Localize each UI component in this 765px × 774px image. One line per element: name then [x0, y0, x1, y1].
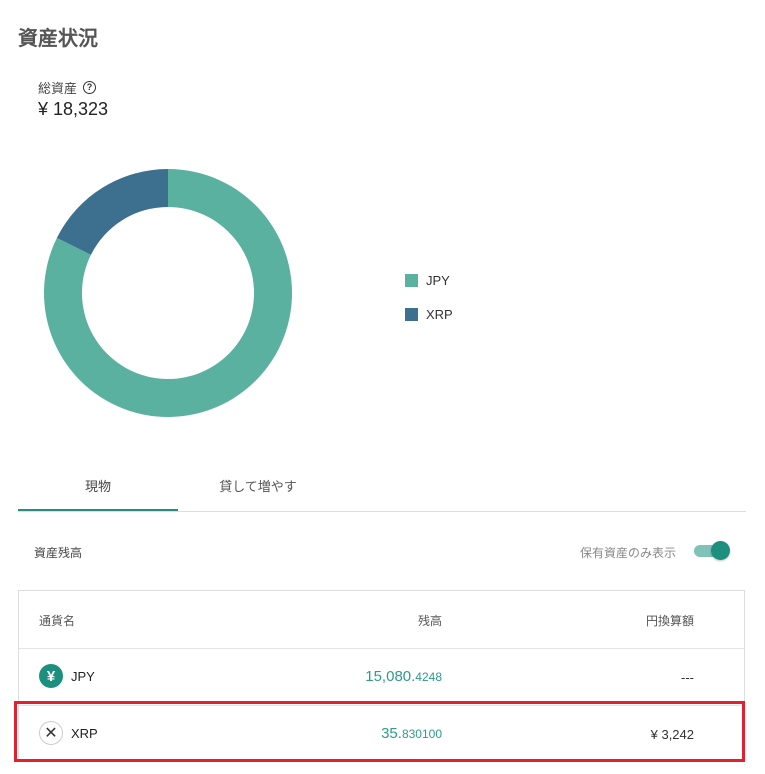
total-assets-label-text: 総資産	[38, 81, 78, 96]
toggle-knob	[711, 541, 730, 560]
section-label-balances: 資産残高	[34, 546, 83, 560]
xrp-row-highlight-box	[14, 701, 745, 762]
currency-cell: ¥ JPY	[39, 664, 95, 688]
legend-swatch-jpy	[405, 273, 418, 287]
holdings-only-toggle[interactable]	[692, 541, 730, 561]
legend-swatch-xrp	[405, 307, 418, 321]
yen-value-cell: ---	[681, 670, 694, 685]
jpy-coin-icon: ¥	[39, 664, 63, 688]
table-row[interactable]: ¥ JPY 15,080.4248 ---	[19, 648, 744, 706]
legend-label-jpy: JPY	[426, 272, 450, 288]
balance-integer: 15,080.	[365, 668, 416, 685]
help-icon[interactable]: ?	[83, 81, 97, 94]
total-assets-label: 総資産 ?	[38, 78, 97, 97]
chart-legend: JPY XRP	[405, 271, 453, 339]
total-assets-value: ¥ 18,323	[38, 99, 109, 119]
header-yen-value: 円換算額	[645, 614, 694, 628]
header-currency-name: 通貨名	[39, 614, 76, 628]
balance-decimal: 4248	[415, 670, 442, 684]
legend-label-xrp: XRP	[426, 306, 453, 322]
asset-tabs: 現物 貸して増やす	[18, 471, 746, 512]
header-balance: 残高	[417, 614, 442, 628]
balance-cell: 15,080.4248	[365, 668, 442, 686]
page-title: 資産状況	[18, 28, 98, 50]
legend-item-xrp[interactable]: XRP	[405, 305, 453, 323]
legend-item-jpy[interactable]: JPY	[405, 271, 453, 289]
holdings-only-label: 保有資産のみ表示	[580, 546, 677, 560]
table-header-row: 通貨名 残高 円換算額	[19, 591, 744, 649]
currency-name: JPY	[71, 668, 95, 684]
donut-slice-xrp[interactable]	[56, 169, 168, 255]
asset-donut-chart	[44, 169, 293, 417]
tab-spot[interactable]: 現物	[18, 471, 178, 511]
tab-lending[interactable]: 貸して増やす	[178, 471, 338, 510]
